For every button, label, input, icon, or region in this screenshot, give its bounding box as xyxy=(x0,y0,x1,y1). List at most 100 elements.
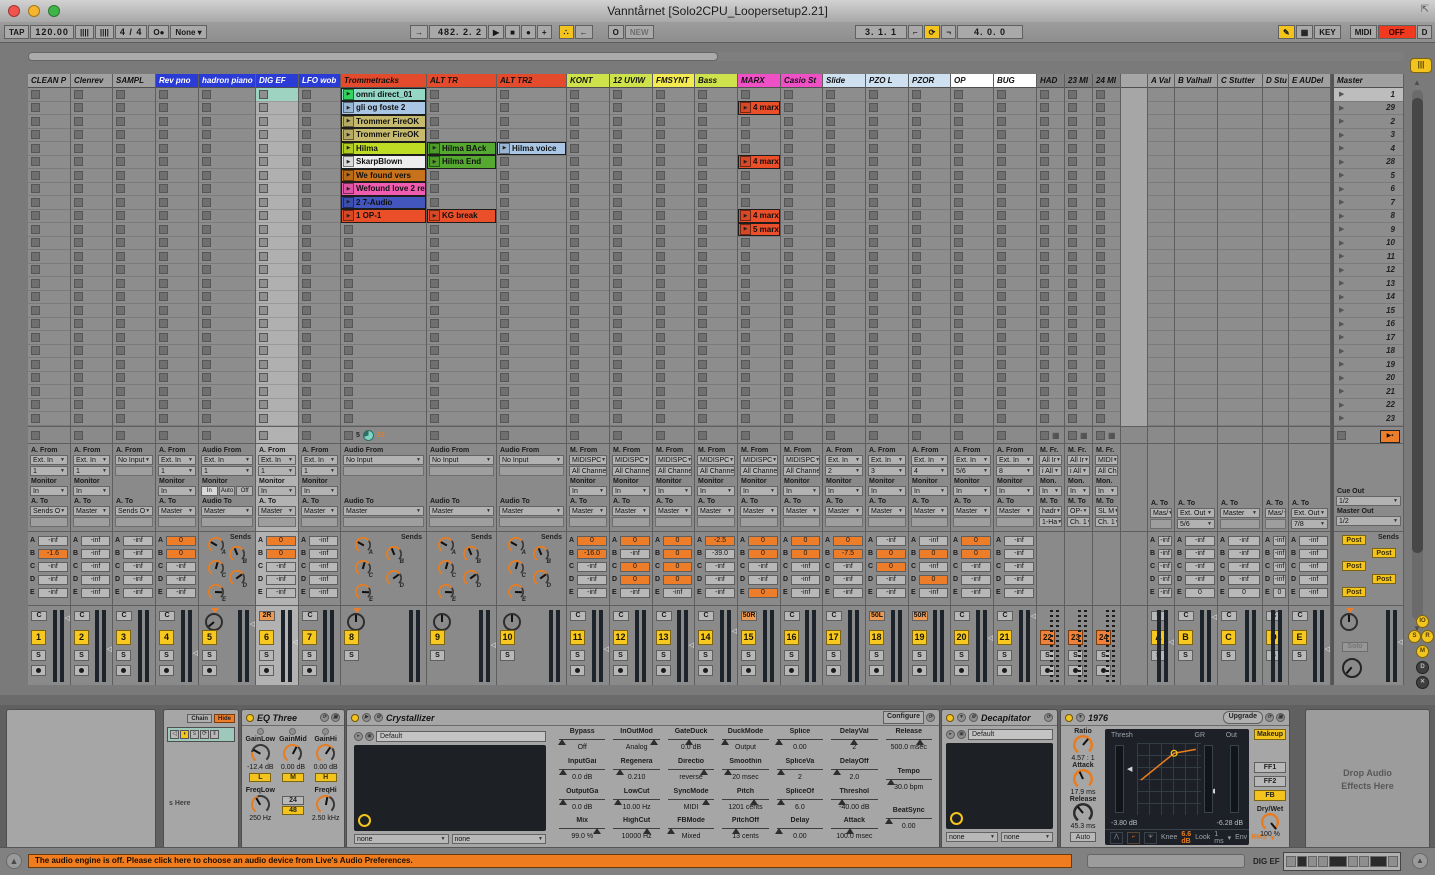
clip-stop-button[interactable] xyxy=(570,157,579,166)
send-knob-e[interactable]: E xyxy=(438,584,454,600)
clip-stop-button[interactable] xyxy=(1040,414,1049,423)
volume-fader[interactable] xyxy=(976,610,980,682)
param-slider-handle[interactable] xyxy=(838,795,846,805)
send-amount[interactable]: -inf xyxy=(1299,575,1328,585)
preset-save-icon[interactable]: ▣ xyxy=(957,730,966,739)
clip-stop-button[interactable] xyxy=(912,157,921,166)
send-knob-c[interactable]: C xyxy=(438,560,454,576)
clip-stop-button[interactable] xyxy=(869,373,878,382)
param-slider[interactable] xyxy=(559,795,605,804)
clip-stop-button[interactable] xyxy=(784,184,793,193)
send-amount[interactable]: 0 xyxy=(663,562,692,572)
clip-stop-button[interactable] xyxy=(784,90,793,99)
send-amount[interactable]: -inf xyxy=(309,562,338,572)
io-select[interactable]: 1-Ha▼ xyxy=(1039,517,1062,527)
clip-stop-button[interactable] xyxy=(997,252,1006,261)
send-amount[interactable]: -inf xyxy=(961,575,991,585)
clip-stop-button[interactable] xyxy=(613,238,622,247)
clip-stop-button[interactable] xyxy=(202,306,211,315)
clip-stop-button[interactable] xyxy=(784,117,793,126)
clip-stop-button[interactable] xyxy=(202,198,211,207)
io-select[interactable]: Sends O▼ xyxy=(115,506,153,516)
solo-button[interactable]: S xyxy=(302,650,317,661)
send-amount[interactable]: -inf xyxy=(577,588,607,598)
param-value[interactable]: 13 cents xyxy=(718,833,772,840)
clip-stop-button[interactable] xyxy=(954,346,963,355)
clip-stop-button[interactable] xyxy=(784,157,793,166)
clip-stop-button[interactable] xyxy=(869,211,878,220)
clip-stop-button[interactable] xyxy=(259,265,268,274)
io-select[interactable]: Ext. In▼ xyxy=(258,455,296,465)
volume-fader[interactable] xyxy=(763,610,767,682)
send-amount[interactable]: -inf xyxy=(1004,575,1034,585)
clip-stop-button[interactable] xyxy=(259,306,268,315)
send-amount[interactable]: -inf xyxy=(1299,562,1328,572)
clip-stop-button[interactable] xyxy=(997,319,1006,328)
session-record-new-button[interactable]: NEW xyxy=(625,25,654,39)
show-crossfader-toggle[interactable]: ✕ xyxy=(1416,676,1429,689)
clip-stop-button[interactable] xyxy=(1068,279,1077,288)
clip-stop-button[interactable] xyxy=(912,373,921,382)
track-header[interactable]: Slide xyxy=(823,74,865,88)
volume-fader[interactable] xyxy=(1386,610,1390,682)
send-amount[interactable]: -inf xyxy=(748,562,778,572)
clip-stop-button[interactable] xyxy=(869,252,878,261)
clip-stop-button[interactable] xyxy=(741,117,750,126)
scene-play-icon[interactable]: ▶ xyxy=(1339,387,1344,395)
follow-button[interactable]: → xyxy=(410,25,428,39)
io-select[interactable]: Master▼ xyxy=(569,506,607,516)
clip-stop-button[interactable] xyxy=(912,90,921,99)
io-select[interactable]: No Input▼ xyxy=(499,455,564,465)
param-value[interactable]: 10000 Hz xyxy=(609,833,663,840)
solo-button[interactable]: S xyxy=(869,650,884,661)
param-slider[interactable] xyxy=(886,735,932,744)
track-activator[interactable]: 9 xyxy=(430,630,445,645)
clip-stop-button[interactable] xyxy=(344,387,353,396)
clip-stop-button[interactable] xyxy=(159,157,168,166)
param-slider[interactable] xyxy=(559,824,605,833)
post-button[interactable]: Post xyxy=(1372,574,1396,584)
arm-button[interactable] xyxy=(570,665,585,676)
send-amount[interactable]: -inf xyxy=(748,575,778,585)
scene-play-icon[interactable]: ▶ xyxy=(1339,198,1344,206)
tempo-field[interactable]: 120.00 xyxy=(30,25,74,39)
clip-stop-button[interactable] xyxy=(698,414,707,423)
clip-stop-button[interactable] xyxy=(570,144,579,153)
hotswap-icon[interactable]: ⟳ xyxy=(1044,713,1053,722)
scene-play-icon[interactable]: ▶ xyxy=(1339,333,1344,341)
clip-stop-button[interactable] xyxy=(613,198,622,207)
clip-stop-button[interactable] xyxy=(741,279,750,288)
track-activator[interactable]: 11 xyxy=(570,630,585,645)
clip-stop-button[interactable] xyxy=(698,171,707,180)
send-amount[interactable]: -inf xyxy=(705,575,735,585)
track-activator[interactable]: 20 xyxy=(954,630,969,645)
clip-play-icon[interactable]: ▶ xyxy=(343,116,354,127)
clip-stop-button[interactable] xyxy=(954,279,963,288)
stop-clips-button[interactable] xyxy=(1096,431,1105,440)
param-slider[interactable] xyxy=(613,824,659,833)
clip-stop-button[interactable] xyxy=(159,130,168,139)
send-amount[interactable]: 0 xyxy=(876,549,906,559)
io-select[interactable]: Master▼ xyxy=(783,506,820,516)
param-slider[interactable] xyxy=(777,824,823,833)
metronome-button[interactable]: O● xyxy=(148,25,169,39)
scene-slot-4[interactable]: ▶4 xyxy=(1334,142,1403,156)
clip-stop-button[interactable] xyxy=(202,373,211,382)
clip-stop-button[interactable] xyxy=(302,252,311,261)
clip-stop-button[interactable] xyxy=(259,279,268,288)
clip-stop-button[interactable] xyxy=(912,333,921,342)
pan-control[interactable]: C xyxy=(302,611,318,621)
clip-stop-button[interactable] xyxy=(826,238,835,247)
param-slider[interactable] xyxy=(777,795,823,804)
clip-stop-button[interactable] xyxy=(302,292,311,301)
clip-stop-button[interactable] xyxy=(430,279,439,288)
clip-stop-button[interactable] xyxy=(159,387,168,396)
param-value[interactable]: 1201 cents xyxy=(718,804,772,811)
clip-stop-button[interactable] xyxy=(698,333,707,342)
track-activator[interactable]: E xyxy=(1292,630,1307,645)
clip-stop-button[interactable] xyxy=(741,400,750,409)
clip-stop-button[interactable] xyxy=(570,198,579,207)
clip-stop-button[interactable] xyxy=(613,306,622,315)
io-select[interactable]: 7/8▼ xyxy=(1291,519,1328,529)
monitor-in[interactable]: In xyxy=(201,486,218,496)
